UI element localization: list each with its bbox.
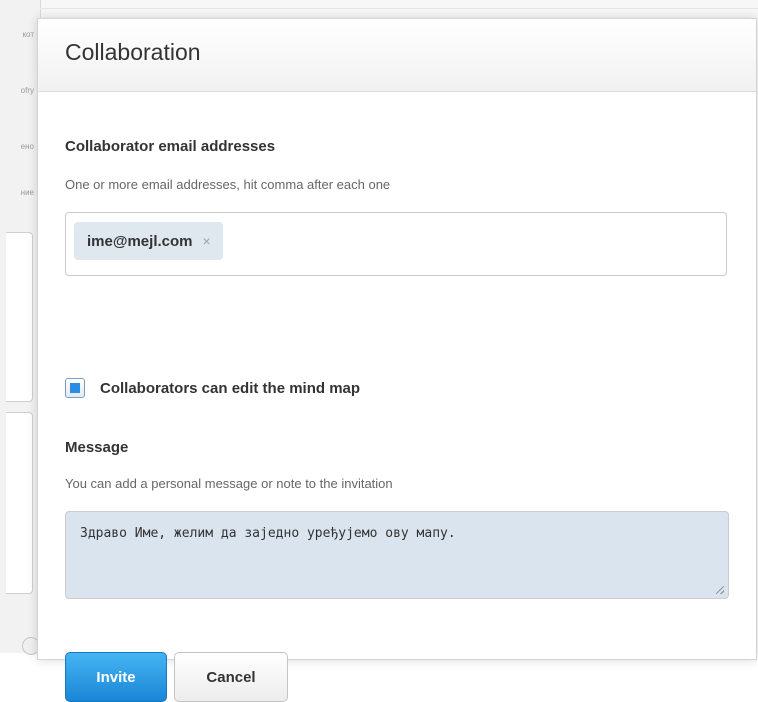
background-label: ено	[20, 142, 34, 151]
message-textarea[interactable]: Здраво Име, желим да заједно уређујемо о…	[65, 511, 729, 599]
message-text: Здраво Име, желим да заједно уређујемо о…	[80, 526, 456, 541]
checkbox-checked-icon	[70, 383, 80, 393]
background-gridline	[40, 8, 758, 9]
dialog-header: Collaboration	[38, 19, 756, 92]
email-tag-text: ime@mejl.com	[87, 232, 193, 250]
edit-permission-row[interactable]: Collaborators can edit the mind map	[65, 378, 360, 398]
email-tag: ime@mejl.com ×	[74, 222, 223, 260]
message-label: Message	[65, 439, 129, 456]
background-label: ofry	[20, 86, 34, 95]
message-help: You can add a personal message or note t…	[65, 476, 393, 491]
dialog-title: Collaboration	[65, 39, 201, 65]
background-label: ние	[20, 188, 34, 197]
remove-email-icon[interactable]: ×	[203, 233, 211, 249]
collaborators-label: Collaborator email addresses	[65, 138, 276, 155]
edit-permission-label[interactable]: Collaborators can edit the mind map	[100, 380, 360, 397]
collaboration-dialog: Collaboration Collaborator email address…	[37, 18, 757, 702]
background-sidebar: кот ofry ено ние	[0, 0, 41, 653]
collaborator-email-input[interactable]: ime@mejl.com ×	[65, 212, 727, 276]
edit-permission-checkbox[interactable]	[65, 378, 85, 398]
collaborators-help: One or more email addresses, hit comma a…	[65, 177, 391, 192]
background-panel	[6, 412, 33, 594]
resize-grip-icon[interactable]	[716, 586, 724, 594]
cancel-button[interactable]: Cancel	[174, 652, 288, 702]
background-panel	[6, 232, 33, 402]
invite-button[interactable]: Invite	[65, 652, 167, 702]
background-label: кот	[22, 30, 34, 39]
